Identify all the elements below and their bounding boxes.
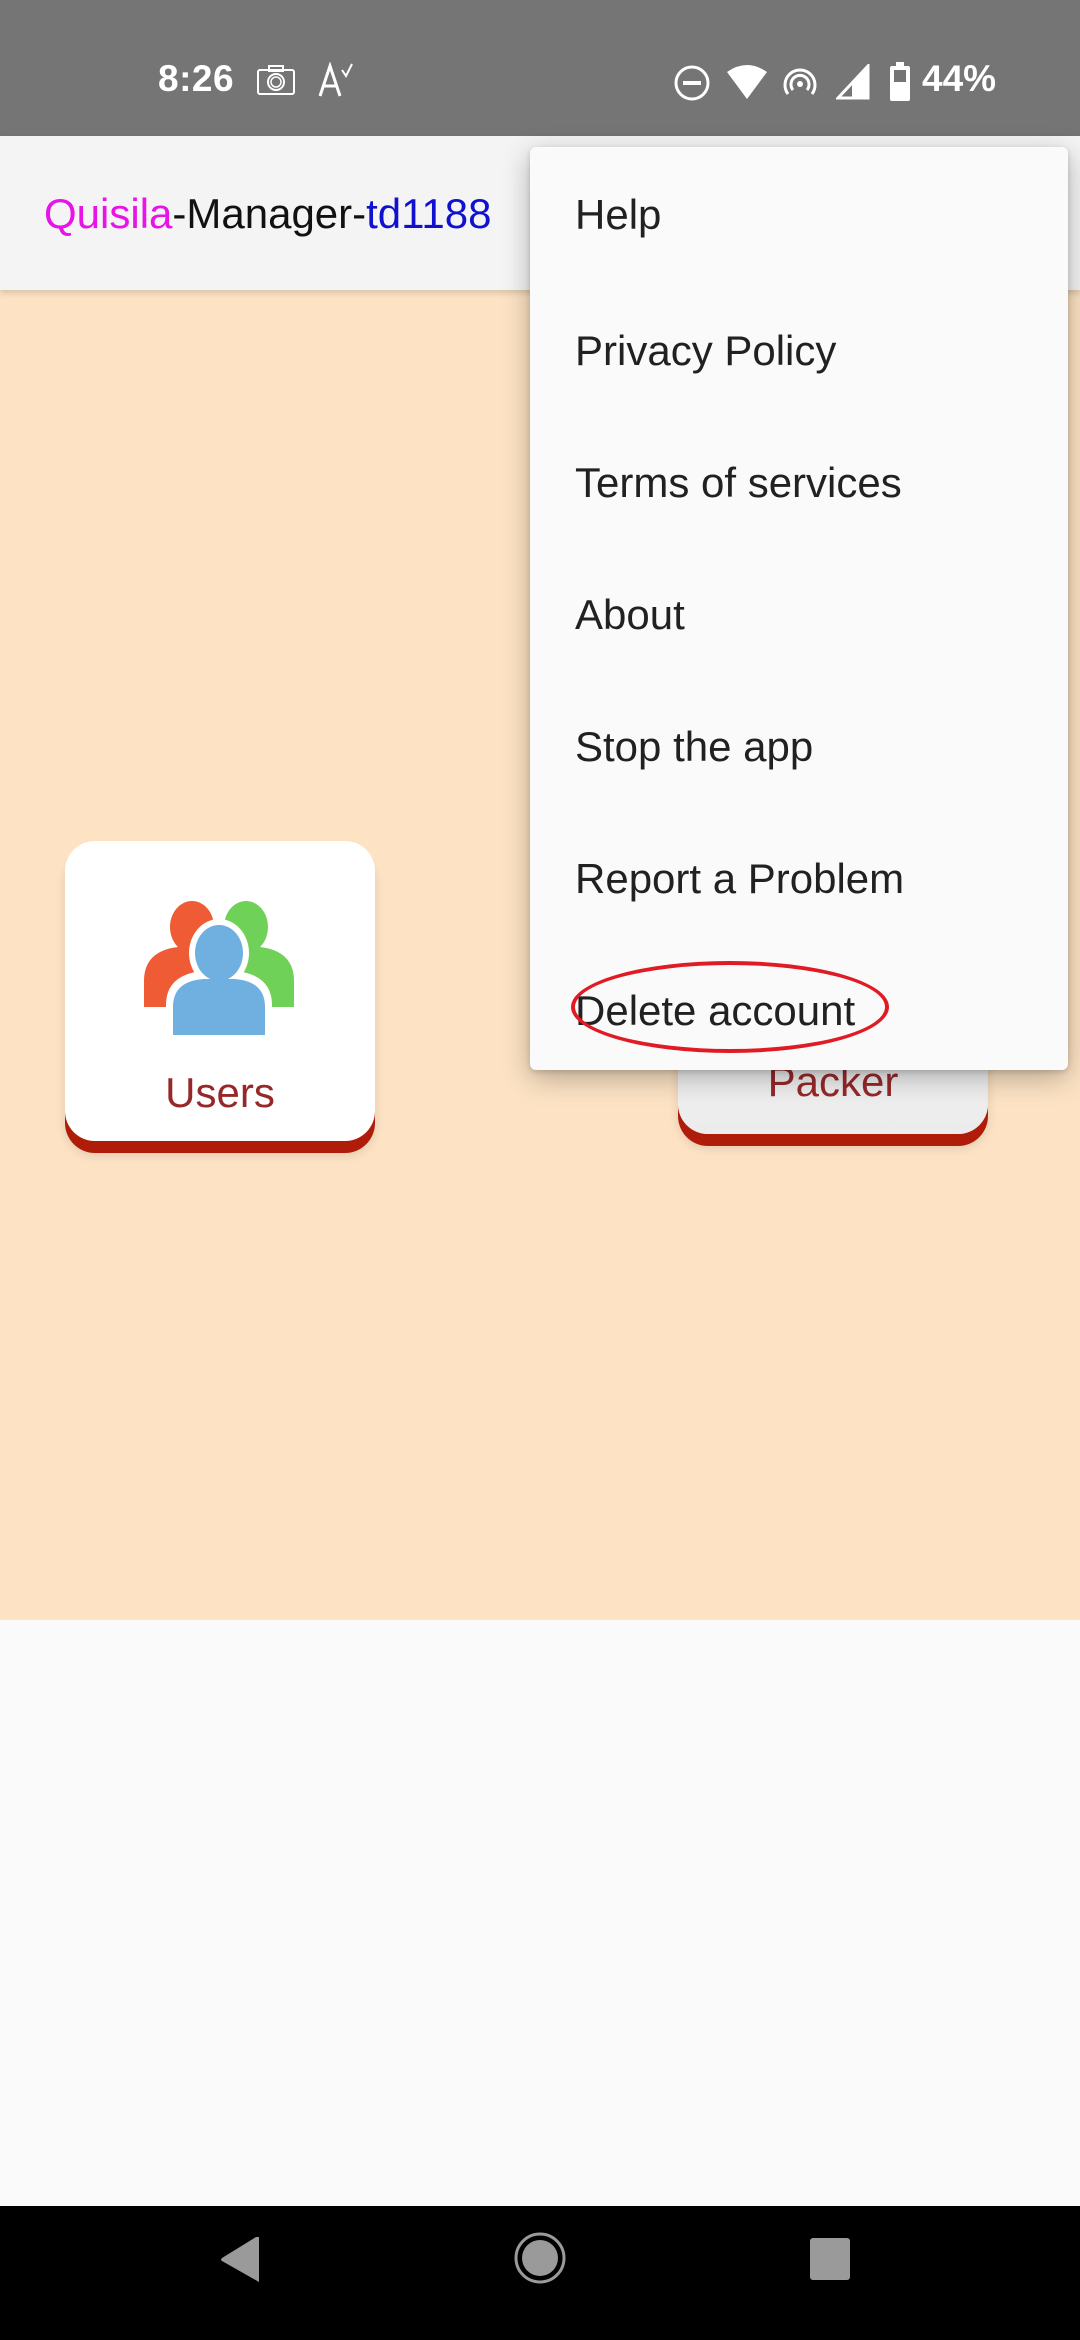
hotspot-icon xyxy=(783,68,817,95)
back-icon[interactable] xyxy=(175,2206,315,2340)
menu-item-help[interactable]: Help xyxy=(530,147,1068,285)
wifi-icon xyxy=(727,65,767,99)
cell-signal-icon xyxy=(836,64,870,100)
app-title-brand: Quisila xyxy=(44,190,173,237)
empty-area xyxy=(0,1620,1080,2206)
battery-icon xyxy=(890,62,910,101)
app-title-middle: -Manager- xyxy=(172,190,367,237)
status-time: 8:26 xyxy=(158,58,235,99)
do-not-disturb-icon xyxy=(674,65,710,101)
battery-percent: 44% xyxy=(922,58,997,99)
recents-icon[interactable] xyxy=(762,2206,902,2340)
spellcheck-icon xyxy=(318,62,353,97)
menu-item-report-a-problem[interactable]: Report a Problem xyxy=(530,813,1068,945)
status-bar: 8:26 44% xyxy=(0,0,1080,136)
app-title-code: td1188 xyxy=(366,190,492,237)
camera-icon xyxy=(257,65,295,95)
users-tile[interactable]: Users xyxy=(65,841,375,1141)
menu-item-terms-of-services[interactable]: Terms of services xyxy=(530,417,1068,549)
menu-item-delete-account[interactable]: Delete account xyxy=(530,945,1068,1077)
menu-item-privacy-policy[interactable]: Privacy Policy xyxy=(530,285,1068,417)
users-tile-label: Users xyxy=(165,1069,275,1116)
app-title: Quisila-Manager-td1188 xyxy=(44,190,491,238)
users-group-icon xyxy=(144,901,294,1039)
menu-item-stop-the-app[interactable]: Stop the app xyxy=(530,681,1068,813)
system-nav-bar xyxy=(0,2206,1080,2340)
menu-item-about[interactable]: About xyxy=(530,549,1068,681)
home-icon[interactable] xyxy=(470,2206,610,2340)
overflow-menu: Help Privacy Policy Terms of services Ab… xyxy=(530,147,1068,1070)
